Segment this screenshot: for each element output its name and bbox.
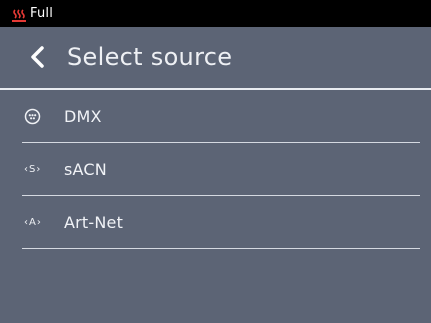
source-list: DMX ‹S› sACN ‹A› Art-Net (22, 90, 420, 249)
source-item-label: sACN (64, 159, 107, 179)
source-item-sacn[interactable]: ‹S› sACN (22, 143, 420, 196)
page-title: Select source (67, 43, 233, 71)
source-item-dmx[interactable]: DMX (22, 90, 420, 143)
power-mode-label: Full (30, 6, 54, 21)
heater-icon (12, 7, 26, 22)
source-item-label: Art-Net (64, 212, 124, 232)
sacn-icon: ‹S› (24, 163, 42, 175)
source-item-label: DMX (64, 106, 102, 126)
source-item-artnet[interactable]: ‹A› Art-Net (22, 196, 420, 249)
status-bar: Full (0, 0, 431, 27)
chevron-left-icon[interactable] (28, 45, 48, 69)
artnet-icon: ‹A› (24, 216, 42, 228)
header: Select source (0, 27, 431, 87)
dmx-connector-icon (24, 108, 48, 125)
